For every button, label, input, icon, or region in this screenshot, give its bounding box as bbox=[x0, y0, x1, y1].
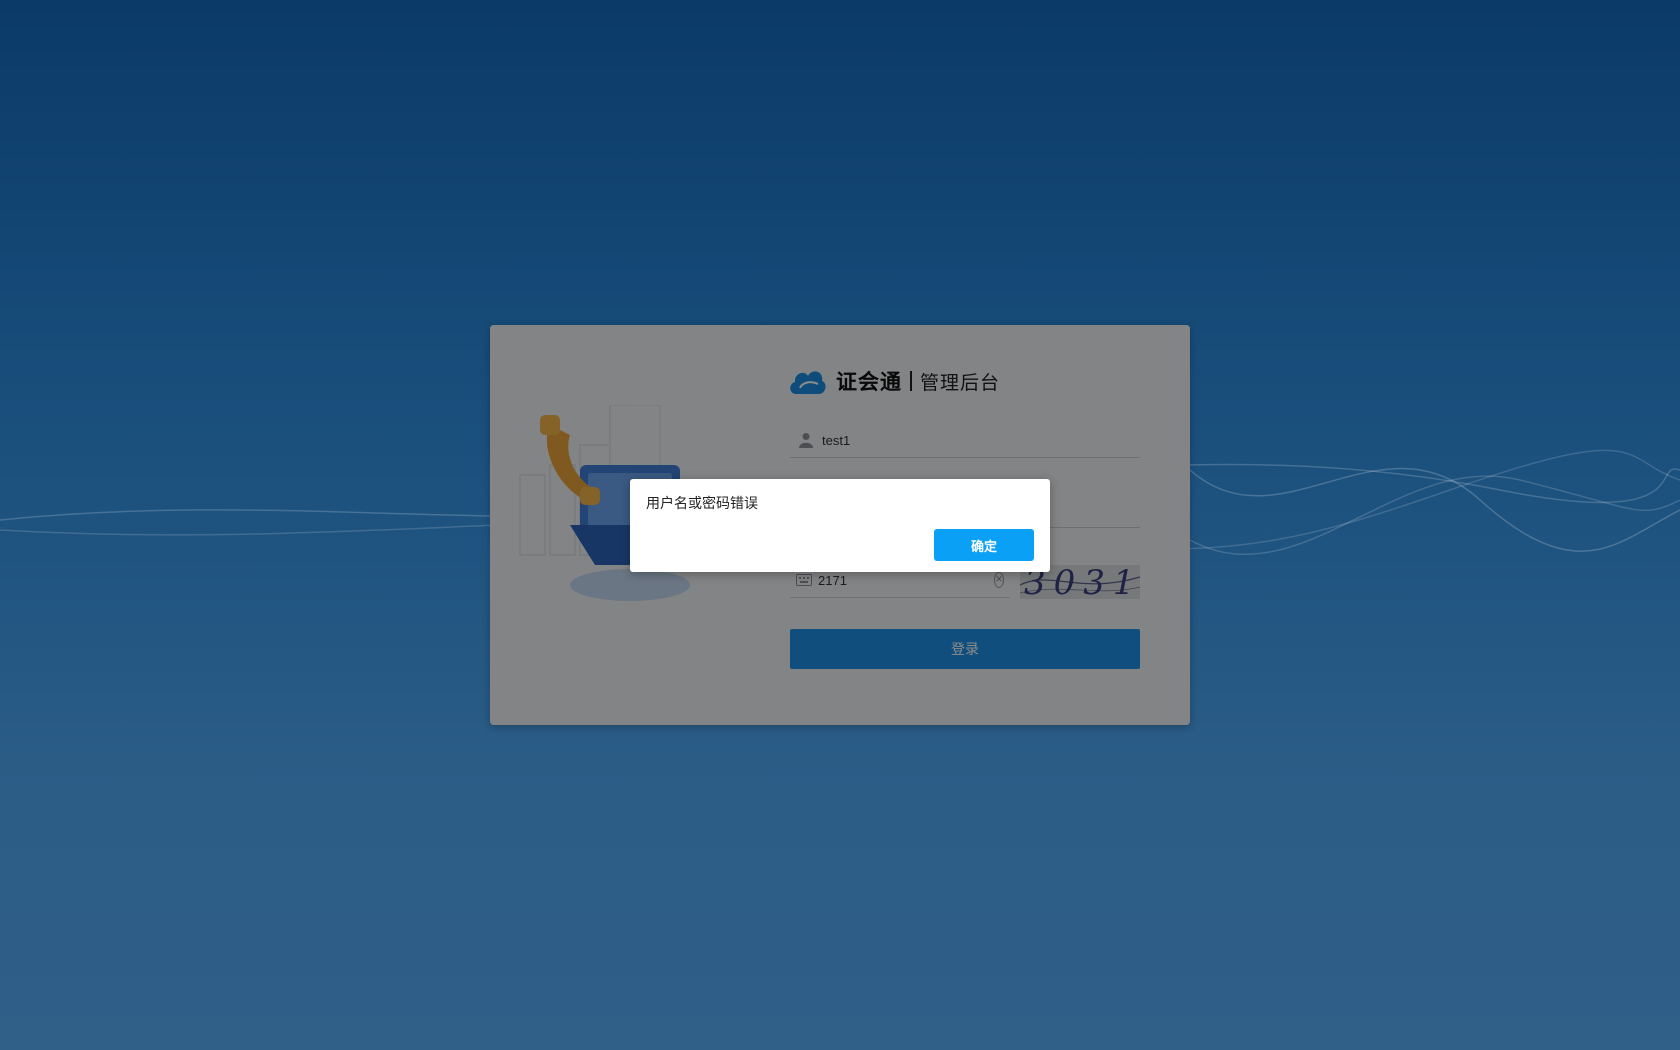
error-dialog: 用户名或密码错误 确定 bbox=[630, 479, 1050, 572]
dialog-message: 用户名或密码错误 bbox=[646, 496, 758, 512]
ok-button[interactable]: 确定 bbox=[934, 529, 1034, 561]
